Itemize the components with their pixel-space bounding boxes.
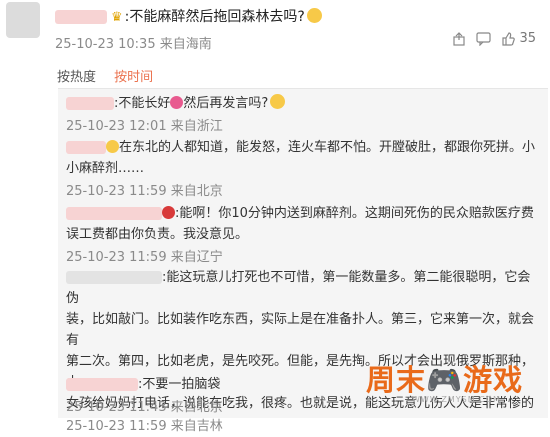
redacted-username[interactable] <box>55 10 107 24</box>
location: 来自北京 <box>170 184 223 199</box>
crown-icon: ♛ <box>111 10 123 25</box>
watermark-logo: 周末🎮游戏 <box>366 363 524 397</box>
comment-icon[interactable] <box>476 31 492 46</box>
tab-by-time[interactable]: 按时间 <box>114 70 153 85</box>
sort-tabs: 按热度 按时间 <box>57 66 167 85</box>
timestamp: 25-10-23 11:59 <box>66 250 167 265</box>
like-count: 35 <box>519 31 536 46</box>
redacted-username[interactable] <box>66 378 138 391</box>
share-icon[interactable] <box>452 31 466 46</box>
timestamp: 25-10-23 12:01 <box>66 119 167 134</box>
avatar[interactable] <box>6 2 40 38</box>
like-button[interactable]: 35 <box>501 31 536 46</box>
redacted-username[interactable] <box>66 141 106 154</box>
timestamp: 25-10-23 10:35 <box>55 37 156 52</box>
redacted-username[interactable] <box>66 271 162 284</box>
location: 来自吉林 <box>170 419 223 434</box>
comment-meta: 25-10-23 10:35 来自海南 <box>55 33 212 52</box>
main-comment: ♛:不能麻醉然后拖回森林去吗? 25-10-23 10:35 来自海南 35 <box>0 0 550 58</box>
emoji-icon <box>170 96 184 109</box>
timestamp: 25-10-23 11:59 <box>66 184 167 199</box>
location: 来自北京 <box>170 400 223 415</box>
grin-emoji-icon <box>306 8 322 23</box>
list-item: :能啊！你10分钟内送到麻醉剂。这期间死伤的民众赔款医疗费 误工费都由你负责。我… <box>66 206 534 265</box>
timestamp: 25-10-23 11:59 <box>66 419 167 434</box>
location: 来自辽宁 <box>170 250 223 265</box>
emoji-icon <box>106 140 119 153</box>
redacted-username[interactable] <box>66 207 162 220</box>
grin-emoji-icon <box>270 94 286 109</box>
comment-text: ♛:不能麻醉然后拖回森林去吗? <box>55 6 322 26</box>
redacted-username[interactable] <box>66 97 114 110</box>
badge-icon <box>162 206 175 219</box>
thumbs-up-icon <box>502 31 516 46</box>
tab-by-hot[interactable]: 按热度 <box>57 70 96 85</box>
timestamp: 25-10-23 11:43 <box>66 400 167 415</box>
watermark: 周末🎮游戏 WWW.ZMYSM.COM <box>366 357 534 407</box>
location: 来自浙江 <box>170 119 223 134</box>
watermark-url: WWW.ZMYSM.COM <box>412 395 501 404</box>
list-item: 在东北的人都知道，能发怒，连火车都不怕。开膛破肚，都跟你死拼。小 小麻醉剂…… … <box>66 140 536 199</box>
comment-actions: 35 <box>452 31 536 46</box>
location: 来自海南 <box>159 37 212 52</box>
list-item: :不能长好 然后再发言吗? 25-10-23 12:01 来自浙江 <box>66 93 538 137</box>
